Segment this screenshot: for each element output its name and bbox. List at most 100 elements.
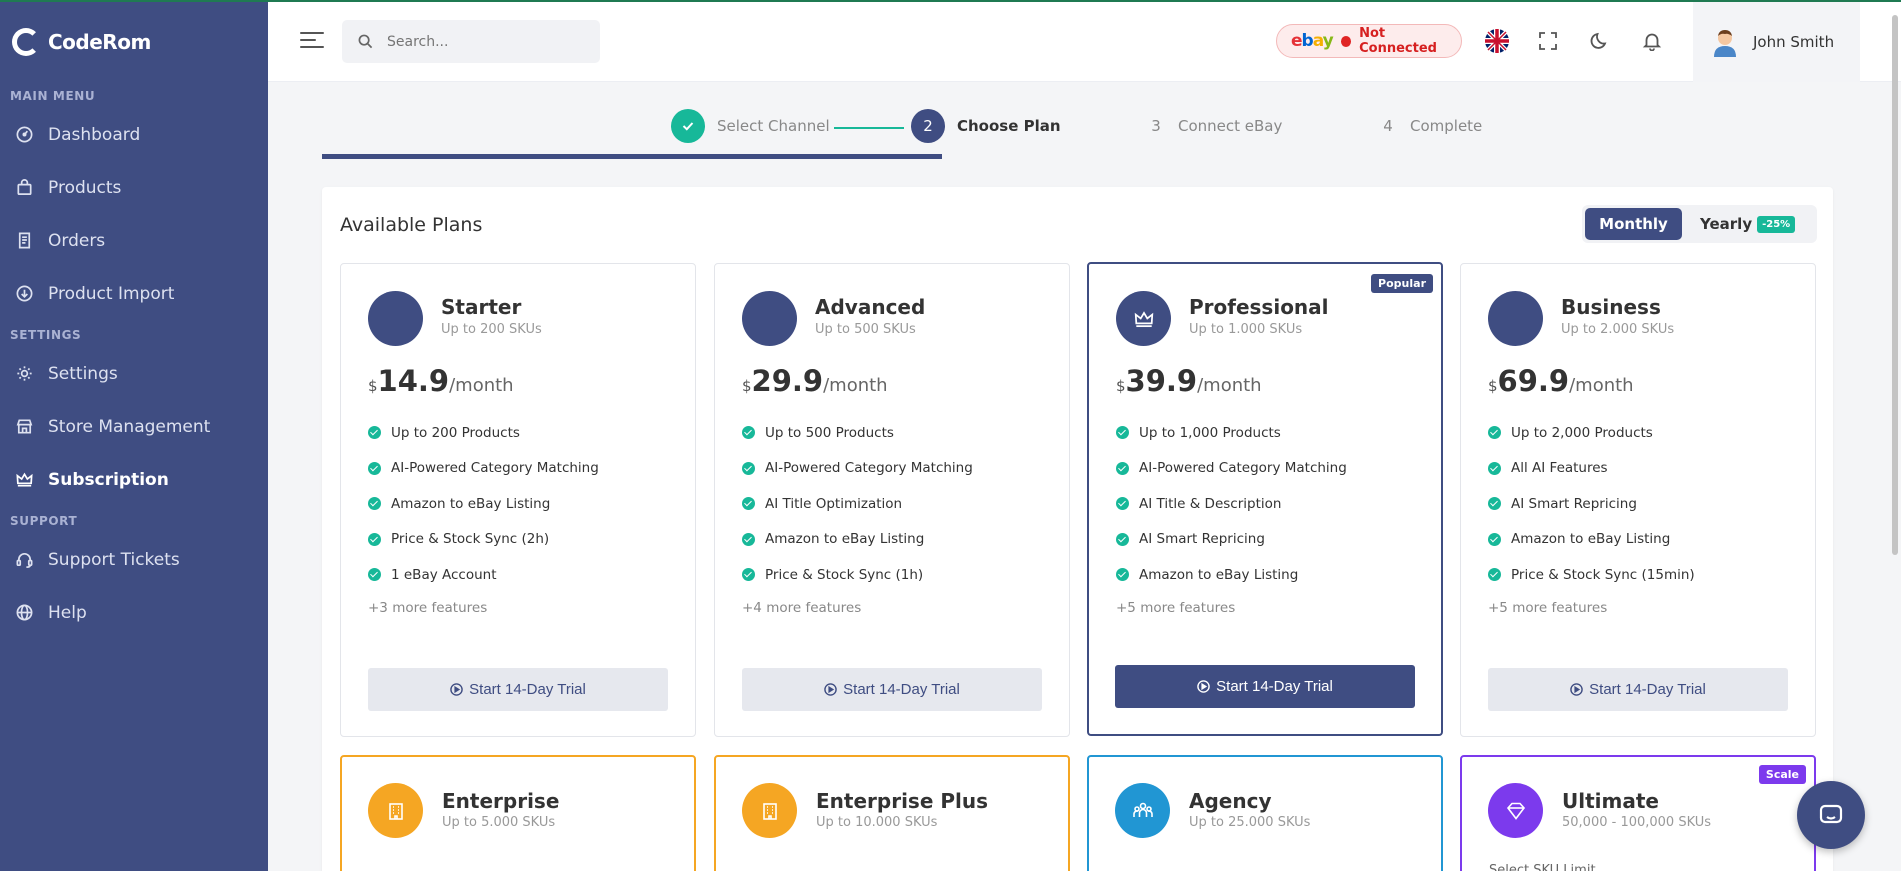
stepper-progress-bar <box>322 154 942 159</box>
yearly-toggle-button[interactable]: Yearly -25% <box>1682 215 1796 233</box>
start-trial-button[interactable]: Start 14-Day Trial <box>1115 665 1415 708</box>
ebay-status-text: Not Connected <box>1359 26 1437 56</box>
feature-text: Price & Stock Sync (2h) <box>391 531 550 548</box>
check-icon <box>1116 532 1129 546</box>
search-icon <box>358 34 373 49</box>
notification-bell-icon[interactable] <box>1639 28 1665 54</box>
sidebar-item-products[interactable]: Products <box>0 161 268 214</box>
sku-limit-select-label: Select SKU Limit <box>1489 863 1596 871</box>
check-icon <box>368 461 381 475</box>
feature-item: AI-Powered Category Matching <box>1116 451 1347 487</box>
plan-card-advanced: Advanced Up to 500 SKUs $ 29.9 /month Up… <box>714 263 1070 737</box>
play-circle-icon <box>1570 683 1583 696</box>
feature-item: AI Smart Repricing <box>1488 486 1695 522</box>
monthly-toggle-button[interactable]: Monthly <box>1585 208 1682 240</box>
ebay-connection-status[interactable]: ebay Not Connected <box>1276 24 1462 58</box>
feature-text: AI Title Optimization <box>765 495 903 512</box>
feature-item: AI Title Optimization <box>742 486 973 522</box>
user-menu[interactable]: John Smith <box>1693 2 1860 82</box>
plan-card-professional: Popular Professional Up to 1.000 SKUs $ … <box>1087 262 1443 736</box>
store-icon <box>14 417 34 437</box>
check-icon <box>1488 426 1501 440</box>
search-box[interactable] <box>342 20 600 63</box>
more-features-link[interactable]: +5 more features <box>1488 600 1607 616</box>
globe-icon <box>14 603 34 623</box>
step-choose-plan[interactable]: 2 Choose Plan <box>911 109 1061 143</box>
top-accent-line <box>0 0 1901 2</box>
brand-logo[interactable]: CodeRom <box>0 0 268 84</box>
step-label: Connect eBay <box>1178 117 1283 135</box>
check-icon <box>742 497 755 511</box>
feature-item: Price & Stock Sync (1h) <box>742 557 973 593</box>
sidebar-item-dashboard[interactable]: Dashboard <box>0 108 268 161</box>
sidebar-item-label: Products <box>48 177 122 198</box>
price-period: /month <box>449 375 514 396</box>
plan-card-starter: Starter Up to 200 SKUs $ 14.9 /month Up … <box>340 263 696 737</box>
more-features-link[interactable]: +5 more features <box>1116 600 1235 616</box>
feature-text: 1 eBay Account <box>391 566 497 583</box>
feature-item: AI Smart Repricing <box>1116 522 1347 558</box>
feature-text: AI Smart Repricing <box>1139 531 1265 548</box>
start-trial-button[interactable]: Start 14-Day Trial <box>368 668 668 711</box>
feature-text: Amazon to eBay Listing <box>391 495 551 512</box>
top-header: ebay Not Connected John Smith <box>268 2 1901 82</box>
feature-item: AI-Powered Category Matching <box>742 451 973 487</box>
price-period: /month <box>1197 375 1262 396</box>
plan-icon <box>368 783 423 838</box>
sidebar-item-label: Support Tickets <box>48 549 180 570</box>
plan-name: Enterprise <box>442 789 560 813</box>
step-select-channel[interactable]: Select Channel <box>671 109 830 143</box>
step-connect-ebay[interactable]: 3 Connect eBay <box>1146 109 1282 143</box>
billing-period-toggle: Monthly Yearly -25% <box>1582 205 1817 243</box>
sidebar-item-orders[interactable]: Orders <box>0 214 268 267</box>
chat-icon <box>1819 804 1843 824</box>
step-label: Choose Plan <box>957 117 1061 135</box>
button-label: Start 14-Day Trial <box>469 681 586 698</box>
sidebar-item-help[interactable]: Help <box>0 586 268 639</box>
sidebar-item-subscription[interactable]: Subscription <box>0 453 268 506</box>
dark-mode-icon[interactable] <box>1587 28 1613 54</box>
plan-name: Professional <box>1189 295 1329 319</box>
button-label: Start 14-Day Trial <box>1589 681 1706 698</box>
search-input[interactable] <box>387 33 577 50</box>
fullscreen-icon[interactable] <box>1535 28 1561 54</box>
check-icon <box>742 532 755 546</box>
price-amount: 29.9 <box>751 364 824 398</box>
plan-card-business: Business Up to 2.000 SKUs $ 69.9 /month … <box>1460 263 1816 737</box>
price-amount: 39.9 <box>1125 364 1198 398</box>
sidebar-item-label: Settings <box>48 363 118 384</box>
feature-item: Up to 1,000 Products <box>1116 415 1347 451</box>
plan-icon <box>742 291 797 346</box>
feature-text: Up to 1,000 Products <box>1139 424 1281 441</box>
start-trial-button[interactable]: Start 14-Day Trial <box>1488 668 1788 711</box>
feature-item: Amazon to eBay Listing <box>1488 522 1695 558</box>
plan-card-ultimate: Scale Ultimate 50,000 - 100,000 SKUs Sel… <box>1460 755 1816 871</box>
step-done-check-icon <box>671 109 705 143</box>
more-features-link[interactable]: +3 more features <box>368 600 487 616</box>
sidebar-item-product-import[interactable]: Product Import <box>0 267 268 320</box>
feature-text: Up to 2,000 Products <box>1511 424 1653 441</box>
more-features-link[interactable]: +4 more features <box>742 600 861 616</box>
step-complete[interactable]: 4 Complete <box>1378 109 1482 143</box>
start-trial-button[interactable]: Start 14-Day Trial <box>742 668 1042 711</box>
feature-list: Up to 1,000 Products AI-Powered Category… <box>1116 415 1347 593</box>
plan-icon <box>742 783 797 838</box>
check-icon <box>368 426 381 440</box>
button-label: Start 14-Day Trial <box>843 681 960 698</box>
sidebar-item-store-management[interactable]: Store Management <box>0 400 268 453</box>
currency-symbol: $ <box>742 377 752 395</box>
plan-card-agency: Agency Up to 25.000 SKUs <box>1087 755 1443 871</box>
button-label: Start 14-Day Trial <box>1216 678 1333 695</box>
sidebar-item-support-tickets[interactable]: Support Tickets <box>0 533 268 586</box>
plan-sku-limit: 50,000 - 100,000 SKUs <box>1562 815 1712 830</box>
dashboard-icon <box>14 125 34 145</box>
check-icon <box>742 461 755 475</box>
check-icon <box>368 568 381 582</box>
chat-support-button[interactable] <box>1797 781 1865 849</box>
menu-toggle-icon[interactable] <box>300 32 324 53</box>
sidebar-item-settings[interactable]: Settings <box>0 347 268 400</box>
step-number: 2 <box>911 109 945 143</box>
plan-card-enterprise-plus: Enterprise Plus Up to 10.000 SKUs <box>714 755 1070 871</box>
uk-flag-icon[interactable] <box>1484 28 1510 54</box>
feature-item: 1 eBay Account <box>368 557 599 593</box>
